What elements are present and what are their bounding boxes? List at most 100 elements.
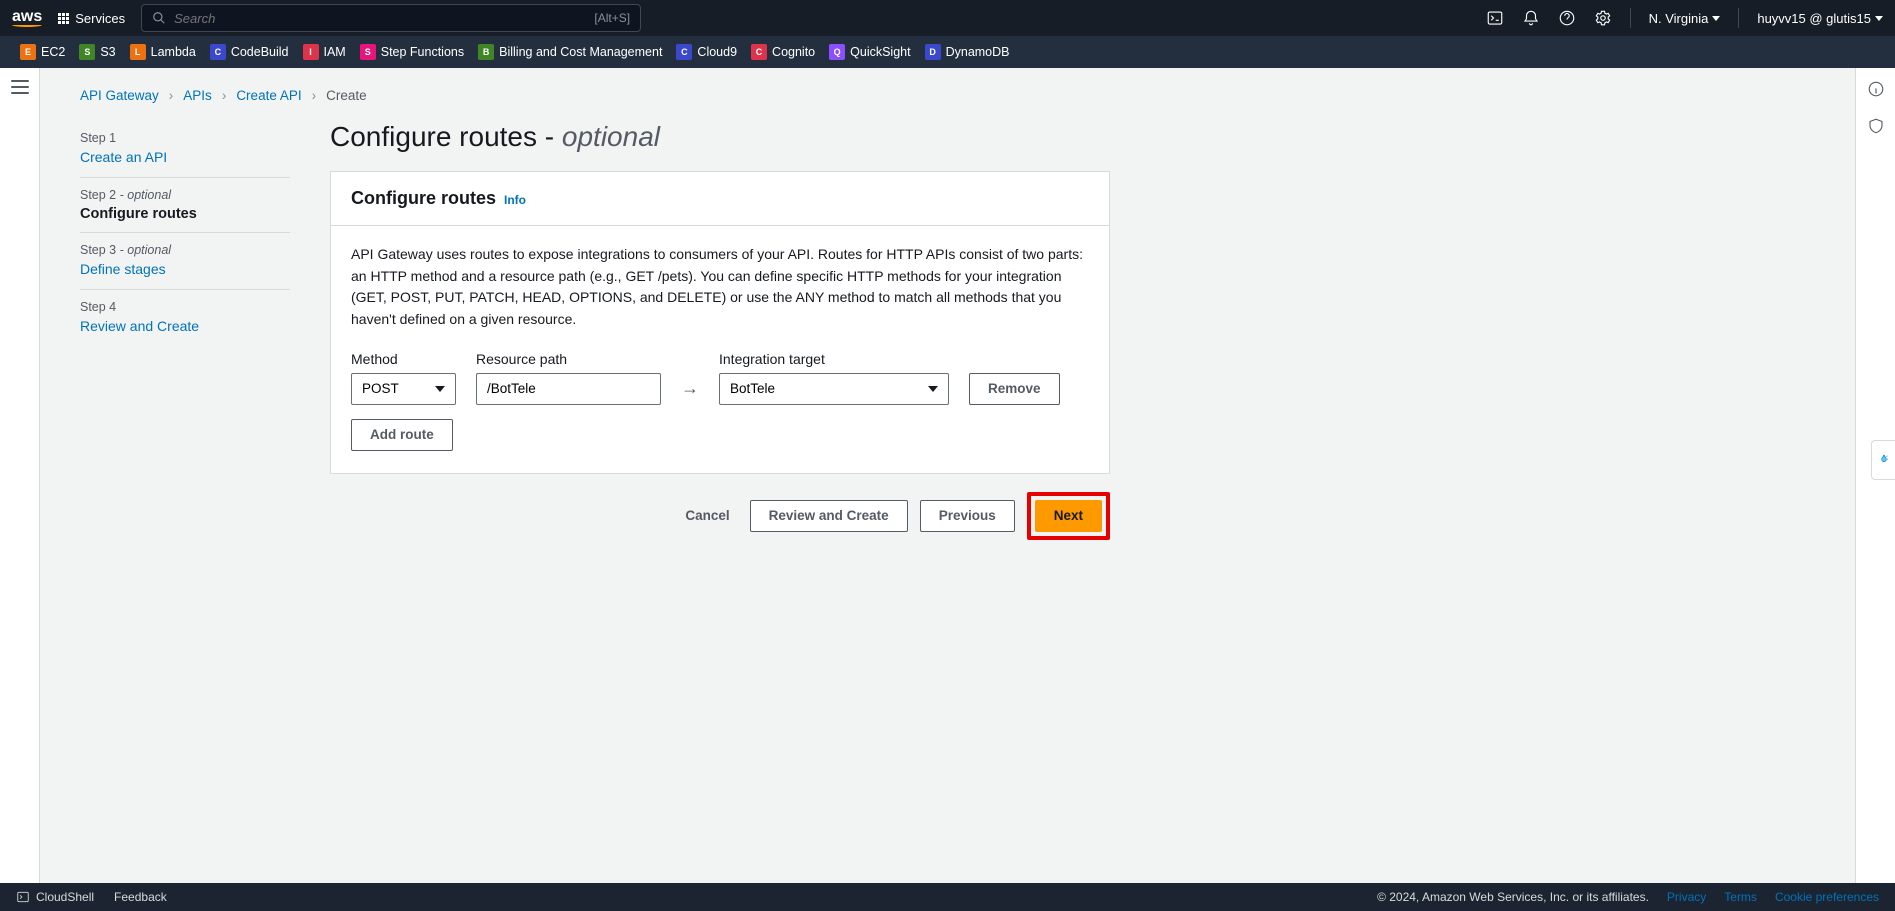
- service-label: EC2: [41, 45, 65, 59]
- service-shortcut[interactable]: S Step Functions: [360, 44, 464, 60]
- caret-down-icon: [1712, 16, 1720, 21]
- step-number: Step 1: [80, 131, 290, 145]
- service-shortcut[interactable]: Q QuickSight: [829, 44, 910, 60]
- service-label: QuickSight: [850, 45, 910, 59]
- panel-heading: Configure routes: [351, 188, 496, 209]
- service-label: Step Functions: [381, 45, 464, 59]
- service-label: Cognito: [772, 45, 815, 59]
- caret-down-icon: [928, 386, 938, 392]
- cloudshell-icon[interactable]: [1486, 9, 1504, 27]
- terms-link[interactable]: Terms: [1724, 890, 1757, 904]
- service-icon: S: [360, 44, 376, 60]
- privacy-link[interactable]: Privacy: [1667, 890, 1706, 904]
- add-route-button[interactable]: Add route: [351, 419, 453, 451]
- wizard-step: Step 4 Review and Create: [80, 290, 290, 346]
- info-link[interactable]: Info: [504, 193, 526, 207]
- service-icon: Q: [829, 44, 845, 60]
- breadcrumb-link[interactable]: Create API: [236, 88, 301, 103]
- step-link[interactable]: Define stages: [80, 261, 166, 277]
- grid-icon: [58, 13, 69, 24]
- wizard-step: Step 2 - optional Configure routes: [80, 178, 290, 233]
- chevron-right-icon: ›: [222, 88, 227, 103]
- chevron-right-icon: ›: [169, 88, 174, 103]
- settings-icon[interactable]: [1594, 9, 1612, 27]
- service-label: CodeBuild: [231, 45, 289, 59]
- feedback-link[interactable]: Feedback: [114, 890, 167, 904]
- caret-down-icon: [1875, 16, 1883, 21]
- account-menu[interactable]: huyvv15 @ glutis15: [1757, 11, 1883, 26]
- breadcrumb-link[interactable]: API Gateway: [80, 88, 159, 103]
- footer: CloudShell Feedback © 2024, Amazon Web S…: [0, 883, 1895, 911]
- step-title-current: Configure routes: [80, 206, 290, 222]
- copyright: © 2024, Amazon Web Services, Inc. or its…: [1377, 890, 1649, 904]
- service-icon: C: [751, 44, 767, 60]
- wizard-actions: Cancel Review and Create Previous Next: [330, 492, 1110, 540]
- step-number: Step 4: [80, 300, 290, 314]
- service-shortcut[interactable]: B Billing and Cost Management: [478, 44, 662, 60]
- left-rail: [0, 68, 40, 883]
- service-shortcuts-bar: E EC2 S S3 LLambda C CodeBuild I IAM S Step Functi…: [0, 36, 1895, 68]
- cloudshell-link[interactable]: CloudShell: [16, 890, 94, 904]
- service-icon: D: [925, 44, 941, 60]
- help-tab[interactable]: [1871, 440, 1895, 480]
- remove-button[interactable]: Remove: [969, 373, 1060, 405]
- aws-logo[interactable]: aws: [12, 9, 42, 27]
- wizard-step: Step 1 Create an API: [80, 121, 290, 178]
- path-label: Resource path: [476, 351, 661, 367]
- breadcrumb: API Gateway›APIs›Create API›Create: [80, 88, 1815, 103]
- method-select[interactable]: POST: [351, 373, 456, 405]
- wizard-step: Step 3 - optionalDefine stages: [80, 233, 290, 290]
- service-shortcut[interactable]: S S3: [79, 44, 115, 60]
- service-shortcut[interactable]: D DynamoDB: [925, 44, 1010, 60]
- review-and-create-button[interactable]: Review and Create: [750, 500, 908, 532]
- step-link[interactable]: Create an API: [80, 149, 167, 165]
- service-icon: L: [130, 44, 146, 60]
- service-shortcut[interactable]: C Cognito: [751, 44, 815, 60]
- notifications-icon[interactable]: [1522, 9, 1540, 27]
- service-shortcut[interactable]: I IAM: [303, 44, 346, 60]
- search-shortcut: [Alt+S]: [594, 11, 630, 25]
- panel-description: API Gateway uses routes to expose integr…: [351, 244, 1089, 331]
- cookie-preferences-link[interactable]: Cookie preferences: [1775, 890, 1879, 904]
- service-shortcut[interactable]: C CodeBuild: [210, 44, 289, 60]
- service-icon: S: [79, 44, 95, 60]
- global-search[interactable]: [Alt+S]: [141, 4, 641, 32]
- arrow-icon: →: [681, 378, 699, 405]
- info-panel-icon[interactable]: [1867, 80, 1885, 103]
- route-row: Method POST Resource path: [351, 351, 1089, 405]
- service-icon: B: [478, 44, 494, 60]
- service-label: Billing and Cost Management: [499, 45, 662, 59]
- step-number: Step 2 - optional: [80, 188, 290, 202]
- search-input[interactable]: [174, 11, 594, 26]
- caret-down-icon: [435, 386, 445, 392]
- service-label: Cloud9: [697, 45, 737, 59]
- service-label: IAM: [324, 45, 346, 59]
- service-label: DynamoDB: [946, 45, 1010, 59]
- breadcrumb-link[interactable]: APIs: [183, 88, 212, 103]
- page-title: Configure routes - optional: [330, 121, 1110, 153]
- path-input-wrap: [476, 373, 661, 405]
- top-nav: aws Services [Alt+S] N. Virginia huyvv15…: [0, 0, 1895, 36]
- method-label: Method: [351, 351, 456, 367]
- integration-target-select[interactable]: BotTele: [719, 373, 949, 405]
- wizard-steps: Step 1 Create an API Step 2 - optional Conf…: [80, 121, 290, 540]
- service-shortcut[interactable]: E EC2: [20, 44, 65, 60]
- hamburger-icon[interactable]: [11, 80, 29, 94]
- security-panel-icon[interactable]: [1867, 117, 1885, 140]
- previous-button[interactable]: Previous: [920, 500, 1015, 532]
- services-menu[interactable]: Services: [58, 11, 125, 26]
- help-icon[interactable]: [1558, 9, 1576, 27]
- service-shortcut[interactable]: LLambda: [130, 44, 196, 60]
- cancel-button[interactable]: Cancel: [677, 508, 737, 523]
- resource-path-input[interactable]: [487, 381, 650, 396]
- region-selector[interactable]: N. Virginia: [1649, 11, 1721, 26]
- step-link[interactable]: Review and Create: [80, 318, 199, 334]
- service-icon: C: [210, 44, 226, 60]
- service-icon: C: [676, 44, 692, 60]
- next-button[interactable]: Next: [1035, 500, 1102, 532]
- service-icon: I: [303, 44, 319, 60]
- service-label: S3: [100, 45, 115, 59]
- search-icon: [152, 11, 166, 25]
- service-shortcut[interactable]: C Cloud9: [676, 44, 737, 60]
- service-icon: E: [20, 44, 36, 60]
